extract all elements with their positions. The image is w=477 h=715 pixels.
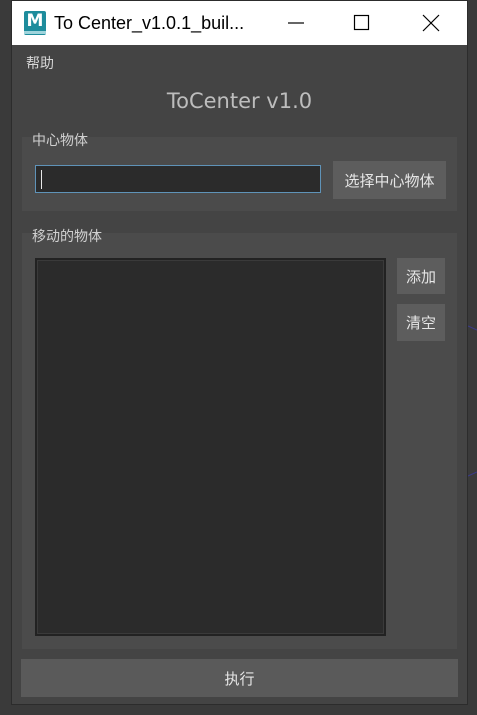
maximize-button[interactable] [339,1,385,45]
tocenter-window: M To Center_v1.0.1_buil... 帮助 ToCenter v… [11,0,468,705]
title-bar[interactable]: M To Center_v1.0.1_buil... [12,1,467,45]
maximize-icon [353,14,370,31]
run-button[interactable]: 执行 [21,659,458,697]
center-object-label: 中心物体 [32,133,88,149]
close-icon [422,14,440,32]
clear-button[interactable]: 清空 [397,304,445,341]
menu-help[interactable]: 帮助 [26,53,54,73]
select-center-object-button[interactable]: 选择中心物体 [333,161,446,199]
moving-objects-list[interactable] [35,258,386,636]
window-title: To Center_v1.0.1_buil... [54,13,245,33]
minimize-button[interactable] [273,1,319,45]
add-button[interactable]: 添加 [397,258,445,294]
center-object-input[interactable] [35,165,321,193]
tool-heading: ToCenter v1.0 [166,89,313,113]
text-caret [41,170,42,189]
moving-objects-label: 移动的物体 [32,229,102,245]
maya-app-icon: M [24,11,46,35]
minimize-icon [288,22,304,24]
menu-bar [12,45,467,77]
close-button[interactable] [408,1,454,45]
